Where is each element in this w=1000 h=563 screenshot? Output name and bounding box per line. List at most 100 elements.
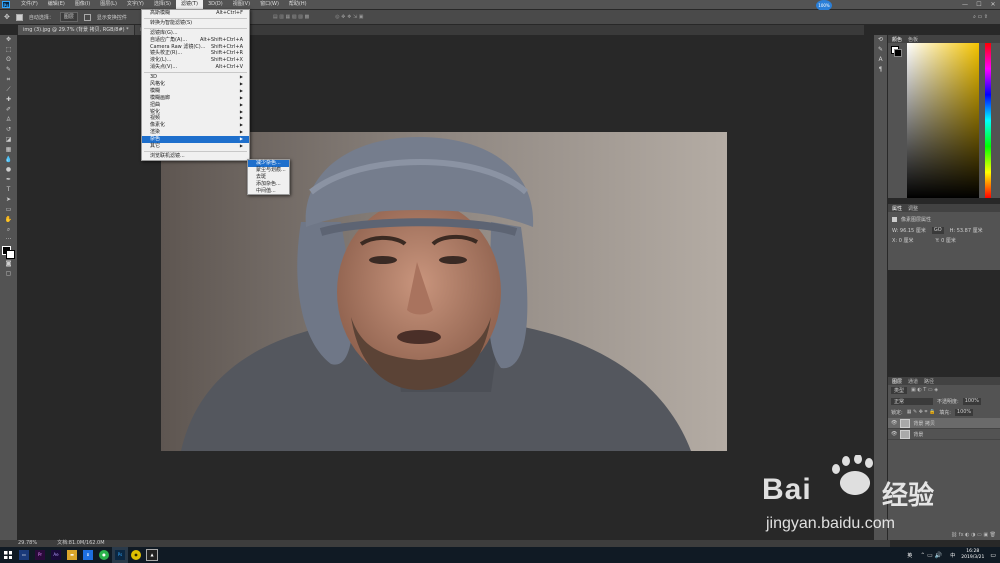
filter-menu-item[interactable]: 风格化 ▶ [142,81,249,88]
path-select-icon[interactable]: ➤ [0,195,17,205]
close-icon[interactable]: ✕ [986,0,1000,9]
filter-menu-item[interactable]: 转换为智能滤镜(S) [142,20,249,27]
auto-select-checkbox[interactable] [15,13,23,21]
color-field[interactable] [907,43,979,198]
tab-swatches[interactable]: 色板 [908,36,918,43]
move-tool-icon[interactable]: ✥ [4,13,10,21]
menu-item-0[interactable]: 文件(F) [16,0,43,9]
eyedropper-tool-icon[interactable]: ⟋ [0,85,17,95]
clock[interactable]: 16:28 2019/3/21 [961,549,984,561]
menu-item-3[interactable]: 图层(L) [95,0,122,9]
noise-submenu-item[interactable]: 蒙尘与划痕... [248,167,289,174]
filter-menu-item[interactable]: 扭曲 ▶ [142,102,249,109]
taskbar-explorer-icon[interactable]: ▬ [64,547,80,563]
gradient-tool-icon[interactable]: ▦ [0,145,17,155]
history-panel-icon[interactable]: ⟲ [874,35,887,45]
menu-item-2[interactable]: 图像(I) [70,0,95,9]
layer-select-dropdown[interactable]: 图层 [59,12,78,22]
menu-item-8[interactable]: 视图(V) [228,0,255,9]
crop-tool-icon[interactable]: ⌗ [0,75,17,85]
opacity-value[interactable]: 100% [962,398,981,405]
menu-item-6[interactable]: 滤镜(T) [175,0,203,9]
taskbar-download-icon[interactable]: ⬇ [80,547,96,563]
character-panel-icon[interactable]: A [874,55,887,65]
blur-tool-icon[interactable]: 💧 [0,155,17,165]
props-width[interactable]: W: 96.15 厘米 [892,227,926,234]
visibility-eye-icon[interactable]: 👁 [891,431,897,437]
taskbar-photoshop-icon[interactable]: Ps [112,547,128,563]
filter-menu-item[interactable]: 其它 ▶ [142,143,249,150]
workspace-icons[interactable]: ⌕ ▭ ⇪ [973,14,988,20]
layer-name[interactable]: 背景 拷贝 [913,420,935,427]
screen-mode-icon[interactable]: ▢ [0,269,17,279]
fg-bg-swatch-icon[interactable] [891,46,902,57]
visibility-eye-icon[interactable]: 👁 [891,420,897,426]
noise-submenu-item[interactable]: 中间值... [248,188,289,195]
blend-mode-dropdown[interactable]: 正常 [891,398,933,405]
stamp-tool-icon[interactable]: ♙ [0,115,17,125]
lock-icons[interactable]: ▦ ✎ ✥ ⌗ 🔒 [907,409,936,416]
transform-checkbox[interactable] [83,13,91,21]
props-height[interactable]: H: 53.87 厘米 [950,227,983,234]
eraser-tool-icon[interactable]: ◪ [0,135,17,145]
menu-item-1[interactable]: 编辑(E) [43,0,70,9]
tab-adjustments[interactable]: 调整 [908,205,918,212]
marquee-tool-icon[interactable]: ⬚ [0,45,17,55]
hand-tool-icon[interactable]: ✋ [0,215,17,225]
taskbar-app-8-icon[interactable]: ◉ [128,547,144,563]
more-tools-icon[interactable]: ··· [0,235,17,245]
layer-kind-filter[interactable]: 类型 [891,387,908,394]
align-icons[interactable]: ▤ ▥ ▦ ▧ ▨ ▩ [273,14,309,20]
history-brush-icon[interactable]: ↺ [0,125,17,135]
noise-submenu-item[interactable]: 去斑 [248,174,289,181]
props-link[interactable]: GO [931,227,944,234]
dodge-tool-icon[interactable]: ● [0,165,17,175]
tab-document[interactable]: img (3).jpg @ 29.7% (背景 拷贝, RGB/8#) * [18,25,135,35]
filter-menu-item[interactable]: 高斯模糊 Alt+Ctrl+F [142,10,249,17]
menu-item-5[interactable]: 选择(S) [149,0,176,9]
zoom-level[interactable]: 29.78% [18,540,37,547]
filter-menu-item[interactable]: 3D ▶ [142,74,249,81]
brush-settings-icon[interactable]: ✎ [874,45,887,55]
menu-item-7[interactable]: 3D(D) [203,0,228,9]
menu-item-10[interactable]: 帮助(H) [284,0,312,9]
menu-item-9[interactable]: 窗口(W) [255,0,284,9]
move-tool-icon[interactable]: ✥ [0,35,17,45]
tab-properties[interactable]: 属性 [892,205,902,212]
color-swatch-icon[interactable] [0,245,17,259]
paragraph-panel-icon[interactable]: ¶ [874,65,887,75]
pen-tool-icon[interactable]: ✒ [0,175,17,185]
minimize-icon[interactable]: — [958,0,972,9]
ime-indicator[interactable]: 英 [907,552,912,559]
filter-menu-item[interactable]: 模糊画廊 ▶ [142,95,249,102]
taskbar-premiere-icon[interactable]: Pr [32,547,48,563]
notification-icon[interactable]: ▭ [990,552,996,559]
taskbar-photos-icon[interactable]: ▲ [144,547,160,563]
layer-row[interactable]: 👁 背景 [888,429,1000,440]
filter-icons[interactable]: ▣ ◐ T ▭ ◈ [911,387,938,394]
brush-tool-icon[interactable]: ✐ [0,105,17,115]
taskbar-wechat-icon[interactable]: ● [96,547,112,563]
props-x[interactable]: X: 0 厘米 [892,237,913,244]
shape-tool-icon[interactable]: ▭ [0,205,17,215]
props-y[interactable]: Y: 0 厘米 [935,237,955,244]
filter-menu-item[interactable]: 模糊 ▶ [142,88,249,95]
type-tool-icon[interactable]: T [0,185,17,195]
taskbar-aftereffects-icon[interactable]: Ae [48,547,64,563]
3d-mode-icons[interactable]: ◎ ✥ ❖ ⇲ ▣ [335,14,363,20]
filter-menu-item[interactable]: 杂色 ▶ [142,136,249,144]
zoom-tool-icon[interactable]: ⌕ [0,225,17,235]
tray-icons[interactable]: ⌃ ▭ 🔊 [920,552,942,559]
filter-menu-item[interactable]: 滤镜库(G)... [142,30,249,37]
noise-submenu-item[interactable]: 减少杂色... [248,160,289,167]
maximize-icon[interactable]: ☐ [972,0,986,9]
fill-value[interactable]: 100% [954,409,974,416]
tab-paths[interactable]: 路径 [924,378,934,385]
tab-channels[interactable]: 通道 [908,378,918,385]
layer-row[interactable]: 👁 背景 拷贝 [888,418,1000,429]
windows-start-icon[interactable] [0,547,16,563]
language-indicator[interactable]: 中 [950,552,955,559]
quick-mask-icon[interactable]: ◙ [0,259,17,269]
hue-slider[interactable] [985,43,991,198]
lasso-tool-icon[interactable]: ʘ [0,55,17,65]
